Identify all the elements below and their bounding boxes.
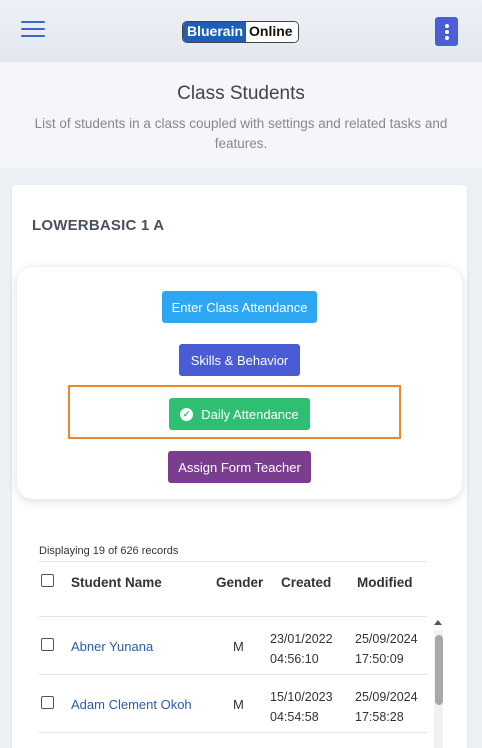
row-checkbox[interactable] (41, 638, 54, 651)
created-date: 15/10/2023 (270, 690, 333, 704)
modified-cell: 25/09/2024 17:50:09 (355, 629, 418, 669)
records-count: Displaying 19 of 626 records (39, 545, 179, 557)
created-cell: 23/01/2022 04:56:10 (270, 629, 333, 669)
page-subtitle: List of students in a class coupled with… (34, 116, 448, 151)
logo-text-bluerain: Bluerain (183, 22, 247, 42)
table-header: Student Name Gender Created Modified (39, 561, 427, 617)
select-all-checkbox[interactable] (41, 574, 54, 587)
daily-attendance-label: Daily Attendance (201, 406, 299, 422)
check-circle-icon: ✓ (180, 407, 194, 421)
student-name-link[interactable]: Abner Yunana (71, 639, 153, 654)
row-checkbox[interactable] (41, 696, 54, 709)
column-header-name[interactable]: Student Name (71, 575, 162, 590)
column-header-created[interactable]: Created (281, 575, 331, 590)
modified-date: 25/09/2024 (355, 690, 418, 704)
brand-logo[interactable]: Bluerain Online (182, 21, 299, 43)
daily-attendance-button[interactable]: ✓ Daily Attendance (169, 398, 310, 430)
skills-behavior-button[interactable]: Skills & Behavior (179, 344, 300, 376)
table-row: Abner Yunana M 23/01/2022 04:56:10 25/09… (39, 617, 427, 675)
column-header-gender[interactable]: Gender (216, 575, 263, 590)
hamburger-menu-icon[interactable] (21, 21, 45, 39)
column-header-modified[interactable]: Modified (357, 575, 413, 590)
logo-text-online: Online (246, 22, 298, 42)
created-date: 23/01/2022 (270, 632, 333, 646)
actions-panel: Enter Class Attendance Skills & Behavior… (17, 267, 462, 499)
scrollbar-thumb[interactable] (435, 635, 443, 705)
modified-date: 25/09/2024 (355, 632, 418, 646)
modified-time: 17:58:28 (355, 710, 404, 724)
student-name-link[interactable]: Adam Clement Okoh (71, 697, 192, 712)
table-row: Adam Clement Okoh M 15/10/2023 04:54:58 … (39, 675, 427, 733)
scroll-up-arrow-icon[interactable] (434, 620, 442, 625)
student-gender: M (233, 697, 244, 712)
page-header: Class Students List of students in a cla… (0, 62, 482, 168)
created-cell: 15/10/2023 04:54:58 (270, 687, 333, 727)
class-name: LOWERBASIC 1 A (32, 217, 165, 234)
enter-class-attendance-button[interactable]: Enter Class Attendance (162, 291, 317, 323)
created-time: 04:54:58 (270, 710, 319, 724)
created-time: 04:56:10 (270, 652, 319, 666)
more-options-icon[interactable] (435, 17, 458, 46)
page-title: Class Students (177, 83, 305, 104)
modified-time: 17:50:09 (355, 652, 404, 666)
modified-cell: 25/09/2024 17:58:28 (355, 687, 418, 727)
assign-form-teacher-button[interactable]: Assign Form Teacher (168, 451, 311, 483)
student-gender: M (233, 639, 244, 654)
top-navbar: Bluerain Online (0, 0, 482, 62)
